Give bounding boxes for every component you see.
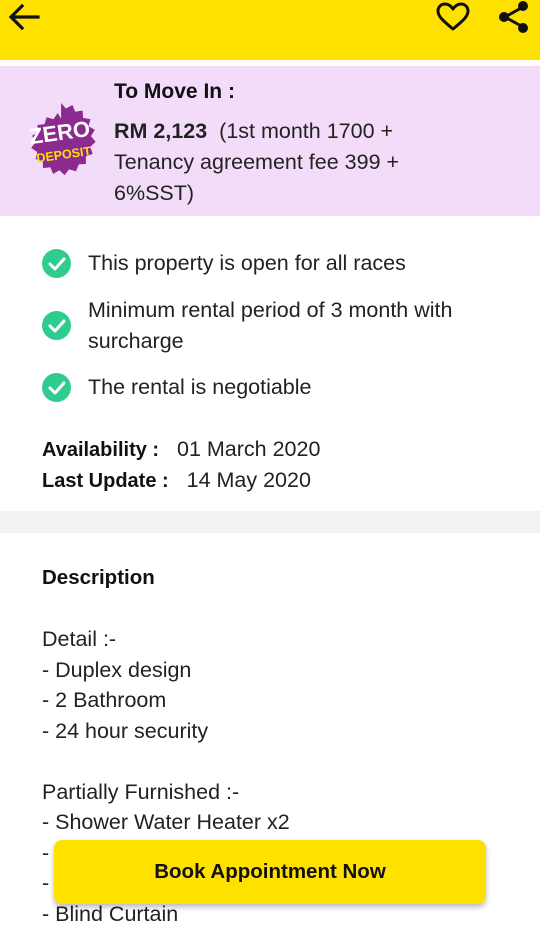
move-in-detail: RM 2,123 (1st month 1700 + Tenancy agree… bbox=[114, 116, 524, 209]
last-update-label: Last Update : bbox=[42, 470, 169, 492]
move-in-breakdown-line1: (1st month 1700 + bbox=[219, 119, 393, 143]
feature-item bbox=[42, 311, 71, 340]
description-blank-line bbox=[42, 746, 512, 777]
zero-deposit-badge: ZERO DEPOSIT bbox=[18, 99, 104, 190]
check-circle-icon bbox=[42, 311, 71, 340]
availability-row: Availability : 01 March 2020 bbox=[42, 437, 320, 462]
description-line: Partially Furnished :- bbox=[42, 777, 512, 808]
last-update-value: 14 May 2020 bbox=[187, 468, 311, 492]
description-line: - Duplex design bbox=[42, 655, 512, 686]
book-appointment-button[interactable]: Book Appointment Now bbox=[54, 840, 486, 904]
feature-text: The rental is negotiable bbox=[88, 372, 508, 403]
feature-item bbox=[42, 373, 71, 402]
heart-outline-icon bbox=[436, 2, 470, 37]
arrow-left-icon bbox=[8, 3, 40, 36]
description-line: Detail :- bbox=[42, 624, 512, 655]
move-in-title: To Move In : bbox=[114, 80, 235, 104]
description-line: - 24 hour security bbox=[42, 716, 512, 747]
move-in-breakdown-line2: Tenancy agreement fee 399 + bbox=[114, 150, 399, 174]
last-update-row: Last Update : 14 May 2020 bbox=[42, 468, 311, 493]
move-in-breakdown-line3: 6%SST) bbox=[114, 181, 194, 205]
description-line: - 2 Bathroom bbox=[42, 685, 512, 716]
availability-label: Availability : bbox=[42, 439, 159, 461]
availability-value: 01 March 2020 bbox=[177, 437, 320, 461]
description-line: - Shower Water Heater x2 bbox=[42, 807, 512, 838]
back-button[interactable] bbox=[6, 2, 42, 36]
section-divider bbox=[0, 511, 540, 533]
top-app-bar bbox=[0, 0, 540, 60]
move-in-amount: RM 2,123 bbox=[114, 119, 207, 143]
feature-text: Minimum rental period of 3 month with su… bbox=[88, 295, 508, 357]
description-title: Description bbox=[42, 566, 155, 590]
check-circle-icon bbox=[42, 373, 71, 402]
favorite-button[interactable] bbox=[434, 1, 472, 37]
share-icon bbox=[497, 0, 531, 39]
feature-item bbox=[42, 249, 71, 278]
check-circle-icon bbox=[42, 249, 71, 278]
share-button[interactable] bbox=[494, 0, 534, 38]
feature-text: This property is open for all races bbox=[88, 248, 508, 279]
